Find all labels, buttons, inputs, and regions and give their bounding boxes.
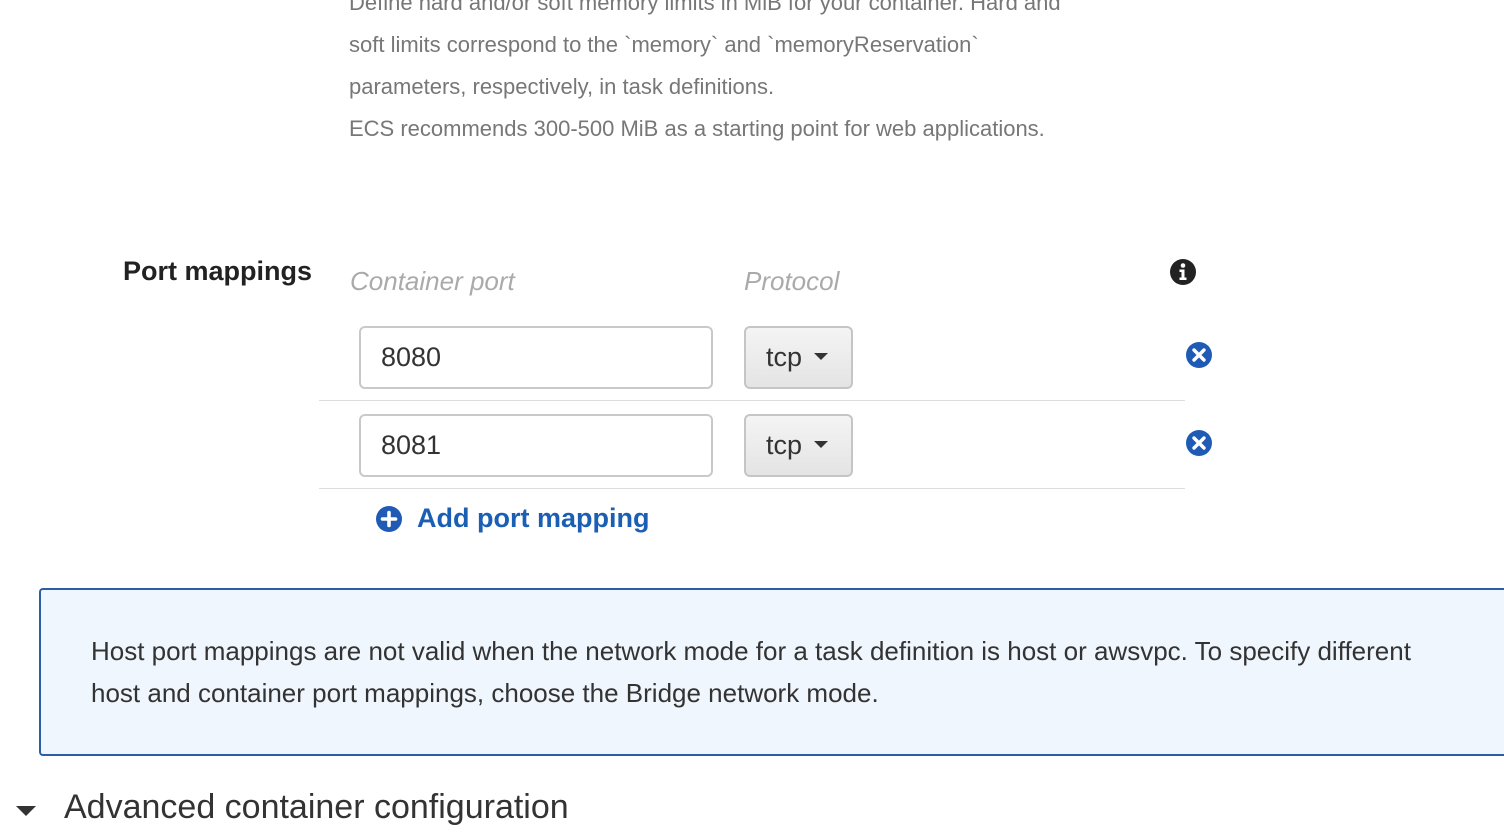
- network-mode-notice: Host port mappings are not valid when th…: [39, 588, 1504, 756]
- advanced-container-config-toggle[interactable]: Advanced container configuration: [16, 788, 569, 827]
- advanced-config-label: Advanced container configuration: [64, 788, 569, 826]
- protocol-value: tcp: [766, 430, 803, 460]
- protocol-header: Protocol: [744, 266, 840, 296]
- notice-text: Host port mappings are not valid when th…: [91, 636, 1411, 708]
- help-line: soft limits correspond to the `memory` a…: [349, 32, 979, 57]
- help-line: Define hard and/or soft memory limits in…: [349, 0, 1061, 15]
- container-port-input[interactable]: [359, 326, 713, 389]
- remove-mapping-icon[interactable]: [1185, 341, 1213, 369]
- remove-mapping-icon[interactable]: [1185, 429, 1213, 457]
- plus-circle-icon: [376, 505, 402, 532]
- info-circle-icon[interactable]: [1169, 258, 1197, 286]
- protocol-select[interactable]: tcp: [744, 414, 853, 477]
- caret-down-icon: [814, 353, 829, 360]
- add-port-mapping-label: Add port mapping: [417, 503, 650, 533]
- container-port-header: Container port: [350, 266, 515, 296]
- add-port-mapping-button[interactable]: Add port mapping: [375, 503, 649, 534]
- caret-down-icon: [16, 805, 36, 816]
- task-definition-page: Define hard and/or soft memory limits in…: [0, 0, 1504, 832]
- help-line: ECS recommends 300-500 MiB as a starting…: [349, 116, 1045, 141]
- container-port-input[interactable]: [359, 414, 713, 477]
- help-line: parameters, respectively, in task defini…: [349, 74, 775, 99]
- port-mapping-row: tcp: [319, 313, 1212, 401]
- port-mapping-row: tcp: [319, 401, 1212, 489]
- protocol-value: tcp: [766, 342, 803, 372]
- protocol-select[interactable]: tcp: [744, 326, 853, 389]
- caret-down-icon: [814, 441, 829, 448]
- memory-limits-help: Define hard and/or soft memory limits in…: [349, 0, 1149, 150]
- port-mappings-label: Port mappings: [123, 256, 313, 286]
